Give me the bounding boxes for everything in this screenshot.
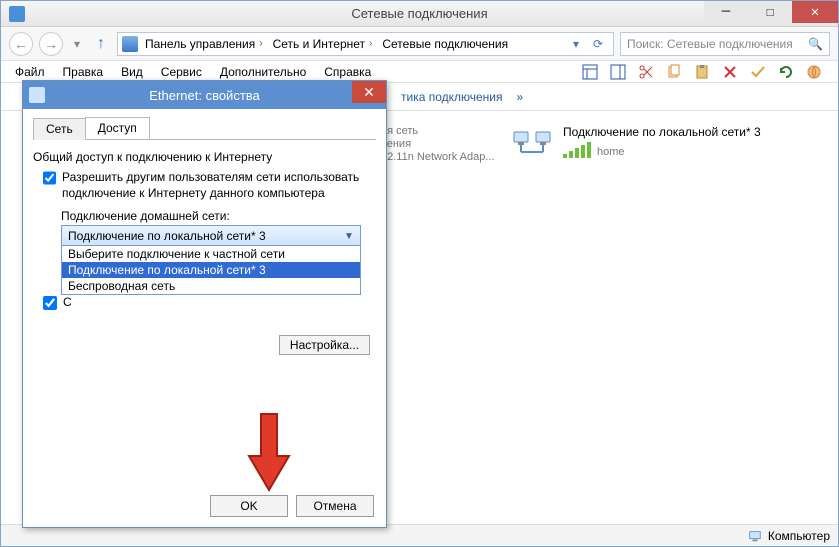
checkbox-allow-sharing[interactable] bbox=[43, 171, 56, 185]
checkbox-allow-control[interactable] bbox=[43, 296, 57, 310]
connection-title: Подключение по локальной сети* 3 bbox=[563, 125, 761, 139]
connection-title: ая сеть bbox=[381, 125, 495, 137]
ok-button[interactable]: OK bbox=[210, 495, 288, 517]
chevron-right-icon: › bbox=[259, 38, 262, 49]
breadcrumb-seg-1[interactable]: Сеть и Интернет › bbox=[270, 37, 376, 51]
dialog-button-row: OK Отмена bbox=[210, 495, 374, 517]
connection-item-lan3[interactable]: Подключение по локальной сети* 3 home bbox=[511, 125, 761, 167]
chevron-down-icon: ▼ bbox=[342, 229, 356, 243]
dialog-icon bbox=[29, 87, 45, 103]
network-icon bbox=[511, 125, 553, 167]
breadcrumb-label: Сетевые подключения bbox=[382, 37, 508, 51]
home-connection-combo-wrap: Подключение по локальной сети* 3 ▼ Выбер… bbox=[61, 225, 361, 246]
connection-sub: чения bbox=[381, 138, 495, 150]
tab-network[interactable]: Сеть bbox=[33, 118, 86, 140]
chevron-right-icon: › bbox=[369, 38, 372, 49]
checkbox-allow-control-label: C bbox=[63, 295, 72, 311]
group-sharing-label: Общий доступ к подключению к Интернету bbox=[33, 150, 376, 164]
breadcrumb-seg-0[interactable]: Панель управления › bbox=[142, 37, 266, 51]
window-controls: ─ ☐ ✕ bbox=[704, 1, 838, 23]
menu-edit[interactable]: Правка bbox=[55, 63, 112, 81]
window-titlebar: Сетевые подключения ─ ☐ ✕ bbox=[1, 1, 838, 27]
breadcrumb-label: Панель управления bbox=[145, 37, 255, 51]
breadcrumb-label: Сеть и Интернет bbox=[273, 37, 365, 51]
status-computer: Компьютер bbox=[768, 529, 830, 543]
maximize-button[interactable]: ☐ bbox=[748, 1, 792, 23]
breadcrumb-seg-2[interactable]: Сетевые подключения bbox=[379, 37, 511, 51]
connection-adapter: 02.11n Network Adap... bbox=[381, 151, 495, 163]
home-connection-dropdown: Выберите подключение к частной сети Подк… bbox=[61, 246, 361, 295]
shell-icon[interactable] bbox=[802, 61, 826, 83]
cmd-more-icon[interactable]: » bbox=[517, 90, 524, 104]
dropdown-option-0[interactable]: Выберите подключение к частной сети bbox=[62, 246, 360, 262]
search-input[interactable]: Поиск: Сетевые подключения 🔍 bbox=[620, 32, 830, 56]
scissors-icon[interactable] bbox=[634, 61, 658, 83]
toolbar-icons bbox=[578, 61, 832, 83]
dialog-body: Сеть Доступ Общий доступ к подключению к… bbox=[23, 109, 386, 527]
menu-help[interactable]: Справка bbox=[316, 63, 379, 81]
layout-icon[interactable] bbox=[578, 61, 602, 83]
home-connection-label: Подключение домашней сети: bbox=[61, 209, 376, 223]
checkbox-allow-sharing-label: Разрешить другим пользователям сети испо… bbox=[62, 170, 376, 201]
dialog-title: Ethernet: свойства bbox=[149, 88, 260, 103]
preview-icon[interactable] bbox=[606, 61, 630, 83]
dropdown-option-1[interactable]: Подключение по локальной сети* 3 bbox=[62, 262, 360, 278]
menu-view[interactable]: Вид bbox=[113, 63, 151, 81]
dropdown-option-2[interactable]: Беспроводная сеть bbox=[62, 278, 360, 294]
window-title: Сетевые подключения bbox=[351, 6, 487, 21]
up-button[interactable]: ↑ bbox=[91, 34, 111, 54]
copy-icon[interactable] bbox=[662, 61, 686, 83]
home-connection-combo[interactable]: Подключение по локальной сети* 3 ▼ bbox=[61, 225, 361, 246]
undo-icon[interactable] bbox=[774, 61, 798, 83]
signal-bars-icon bbox=[563, 142, 591, 158]
cmd-diagnose[interactable]: тика подключения bbox=[401, 90, 503, 104]
menu-file[interactable]: Файл bbox=[7, 63, 53, 81]
connection-status: home bbox=[597, 146, 625, 158]
refresh-button[interactable]: ⟳ bbox=[587, 33, 609, 55]
menu-advanced[interactable]: Дополнительно bbox=[212, 63, 314, 81]
forward-button[interactable]: → bbox=[39, 32, 63, 56]
settings-button[interactable]: Настройка... bbox=[279, 335, 370, 355]
address-dropdown-icon[interactable]: ▾ bbox=[565, 33, 587, 55]
checkbox-allow-sharing-row: Разрешить другим пользователям сети испо… bbox=[43, 170, 376, 201]
search-placeholder: Поиск: Сетевые подключения bbox=[627, 37, 793, 51]
address-bar[interactable]: Панель управления › Сеть и Интернет › Се… bbox=[117, 32, 614, 56]
ethernet-properties-dialog: Ethernet: свойства ✕ Сеть Доступ Общий д… bbox=[22, 80, 387, 528]
window-icon bbox=[9, 6, 25, 22]
computer-icon bbox=[748, 529, 762, 543]
tab-sharing[interactable]: Доступ bbox=[85, 117, 150, 139]
search-icon: 🔍 bbox=[808, 37, 823, 51]
checkbox-allow-control-row: C bbox=[43, 295, 72, 311]
menu-tools[interactable]: Сервис bbox=[153, 63, 210, 81]
delete-icon[interactable] bbox=[718, 61, 742, 83]
paste-icon[interactable] bbox=[690, 61, 714, 83]
cancel-button[interactable]: Отмена bbox=[296, 495, 374, 517]
nav-history-dropdown[interactable]: ▾ bbox=[69, 32, 85, 56]
dialog-tabs: Сеть Доступ bbox=[33, 117, 376, 140]
address-row: ← → ▾ ↑ Панель управления › Сеть и Интер… bbox=[1, 27, 838, 61]
dialog-titlebar[interactable]: Ethernet: свойства ✕ bbox=[23, 81, 386, 109]
minimize-button[interactable]: ─ bbox=[704, 1, 748, 23]
combo-selected-text: Подключение по локальной сети* 3 bbox=[68, 229, 266, 243]
dialog-close-button[interactable]: ✕ bbox=[352, 81, 386, 103]
address-icon bbox=[122, 36, 138, 52]
check-icon[interactable] bbox=[746, 61, 770, 83]
back-button[interactable]: ← bbox=[9, 32, 33, 56]
close-button[interactable]: ✕ bbox=[792, 1, 838, 23]
